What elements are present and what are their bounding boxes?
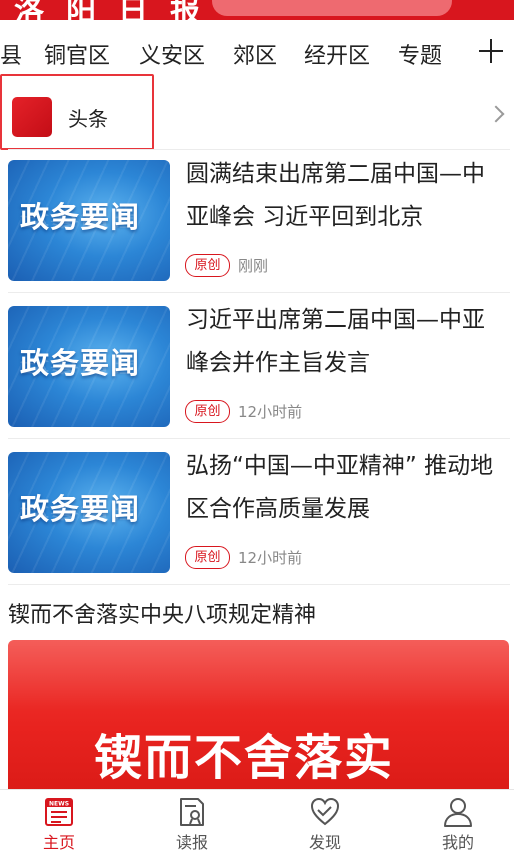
- tab-home[interactable]: NEWS 主页: [19, 790, 99, 853]
- divider: [8, 438, 510, 439]
- news-icon: NEWS: [45, 798, 73, 826]
- news-title[interactable]: 弘扬“中国—中亚精神” 推动地区合作高质量发展: [186, 445, 504, 531]
- news-thumbnail: 政务要闻 政务要闻: [8, 160, 170, 281]
- news-title[interactable]: 圆满结束出席第二届中国—中亚峰会 习近平回到北京: [186, 153, 504, 239]
- original-badge: 原创: [185, 546, 230, 569]
- tab-label: 主页: [42, 833, 75, 852]
- news-item[interactable]: 政务要闻 政务要闻 圆满结束出席第二届中国—中亚峰会 习近平回到北京 原创 刚刚: [0, 150, 514, 296]
- channel-tab-jiaoqu[interactable]: 郊区: [233, 38, 277, 70]
- original-badge: 原创: [185, 254, 230, 277]
- news-time: 12小时前: [238, 403, 303, 421]
- news-thumbnail: 政务要闻 政务要闻: [8, 306, 170, 427]
- section-title: 头条: [68, 107, 108, 131]
- topic-title[interactable]: 锲而不舍落实中央八项规定精神: [8, 597, 316, 629]
- bottom-tab-bar: NEWS 主页 读报 发现 我的: [0, 789, 514, 853]
- tab-label: 读报: [175, 833, 208, 852]
- news-item[interactable]: 政务要闻 政务要闻 习近平出席第二届中国—中亚峰会并作主旨发言 原创 12小时前: [0, 296, 514, 442]
- news-thumbnail: 政务要闻 政务要闻: [8, 452, 170, 573]
- thumbnail-caption: 政务要闻: [20, 200, 141, 234]
- search-bar[interactable]: [212, 0, 452, 16]
- user-icon: [444, 798, 472, 827]
- news-time: 12小时前: [238, 549, 303, 567]
- thumbnail-caption: 政务要闻: [20, 346, 141, 380]
- heart-icon: [310, 797, 340, 826]
- news-title[interactable]: 习近平出席第二届中国—中亚峰会并作主旨发言: [186, 299, 504, 385]
- newspaper-icon: [180, 798, 204, 826]
- original-badge: 原创: [185, 400, 230, 423]
- divider: [8, 292, 510, 293]
- tab-label: 发现: [308, 833, 341, 852]
- thumbnail-caption: 政务要闻: [20, 492, 141, 526]
- tab-label: 我的: [441, 833, 474, 852]
- channel-nav: 县 铜官区 义安区 郊区 经开区 专题: [0, 28, 514, 76]
- channel-tab-topics[interactable]: 专题: [398, 38, 442, 70]
- channel-tab-jingkai[interactable]: 经开区: [304, 38, 370, 70]
- channel-tab-yian[interactable]: 义安区: [139, 38, 205, 70]
- news-time: 刚刚: [238, 257, 269, 275]
- channel-tab-county[interactable]: 县: [0, 38, 22, 70]
- add-channel-icon[interactable]: [478, 38, 504, 64]
- banner-shine: [8, 640, 509, 710]
- tab-profile[interactable]: 我的: [418, 790, 498, 853]
- app-logo: 洛阳日报: [14, 0, 222, 20]
- svg-text:NEWS: NEWS: [49, 801, 69, 808]
- news-item[interactable]: 政务要闻 政务要闻 弘扬“中国—中亚精神” 推动地区合作高质量发展 原创 12小…: [0, 442, 514, 588]
- divider: [8, 584, 510, 585]
- chevron-right-icon[interactable]: [487, 105, 505, 123]
- headline-section-icon: [12, 97, 52, 137]
- tab-discover[interactable]: 发现: [285, 790, 365, 853]
- channel-tab-tongguan[interactable]: 铜官区: [44, 38, 110, 70]
- topic-banner[interactable]: 锲而不舍落实 中央八项规定精神: [8, 640, 509, 800]
- tab-newspaper[interactable]: 读报: [152, 790, 232, 853]
- top-header: 洛阳日报: [0, 0, 514, 20]
